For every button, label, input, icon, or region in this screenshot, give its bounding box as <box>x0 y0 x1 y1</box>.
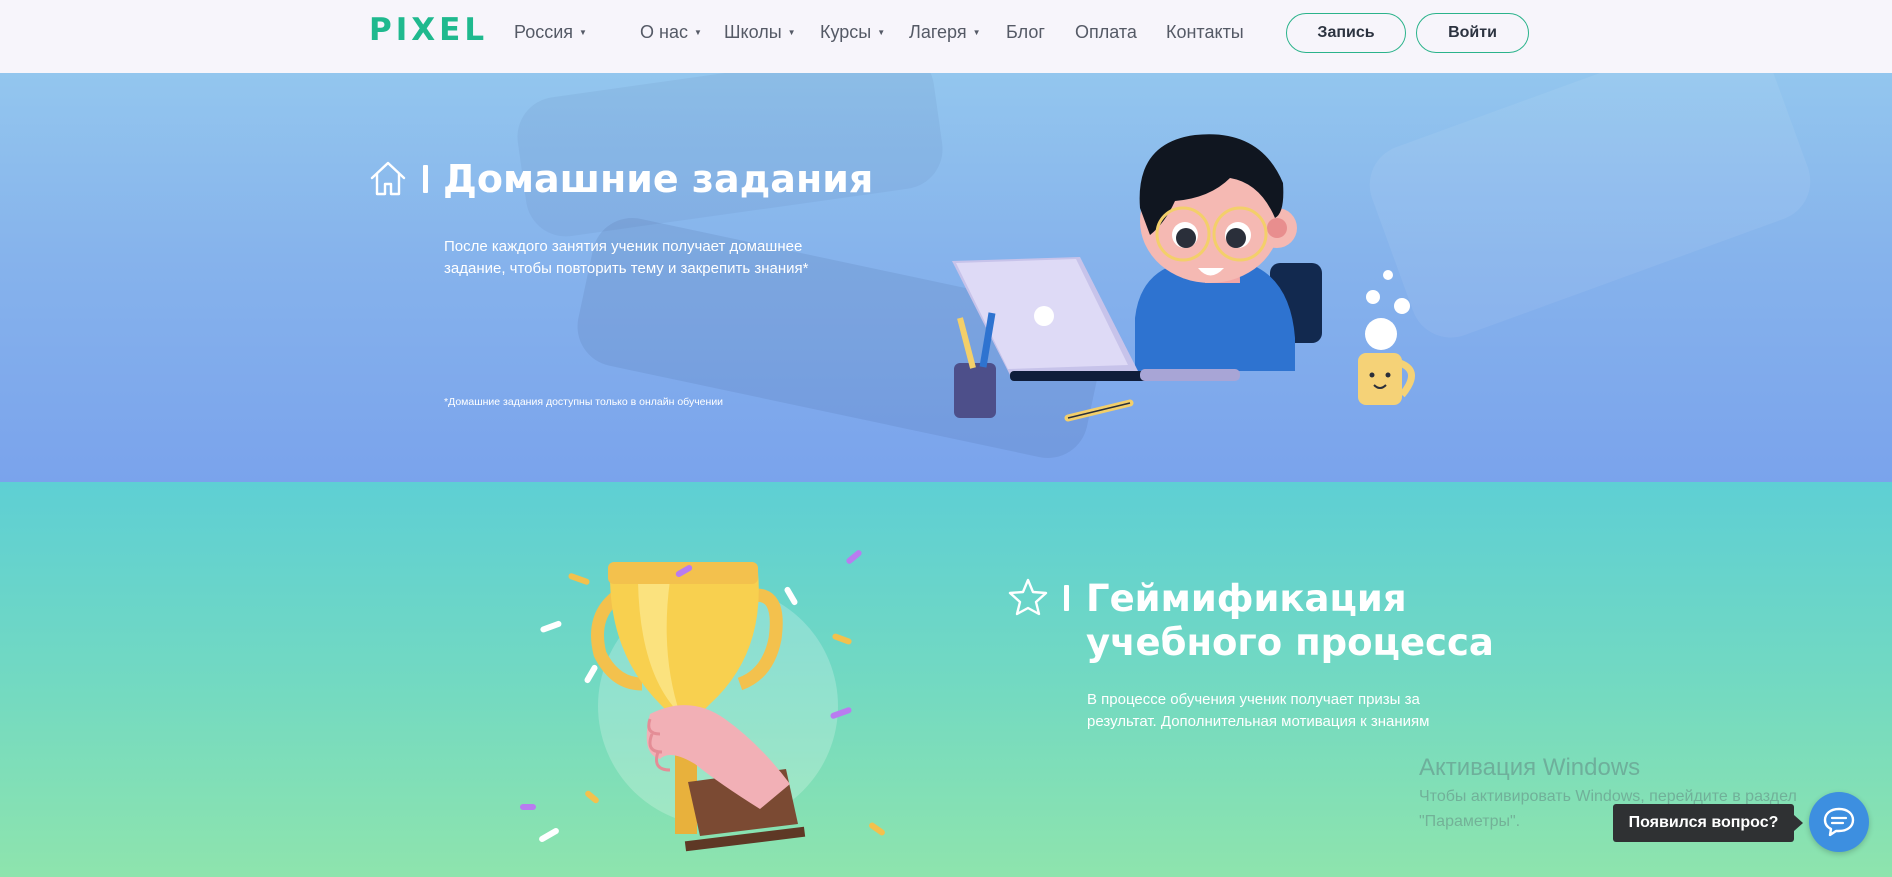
chevron-down-icon: ▼ <box>579 28 587 37</box>
chat-bubble-arrow <box>1794 815 1803 831</box>
signup-button[interactable]: Запись <box>1286 13 1406 53</box>
nav-item-camps[interactable]: Лагеря ▼ <box>909 22 980 43</box>
nav-item-courses[interactable]: Курсы ▼ <box>820 22 885 43</box>
boy-laptop-illustration <box>952 134 1415 422</box>
nav-item-about[interactable]: О нас ▼ <box>640 22 702 43</box>
region-selector[interactable]: Россия ▼ <box>514 22 587 43</box>
star-icon <box>1008 578 1048 616</box>
windows-watermark-line2: "Параметры". <box>1419 813 1521 830</box>
nav-item-label: Лагеря <box>909 22 967 42</box>
title-divider <box>423 165 428 193</box>
nav-item-blog[interactable]: Блог <box>1006 22 1045 43</box>
region-label: Россия <box>514 22 574 42</box>
nav-item-label: Школы <box>724 22 782 42</box>
chevron-down-icon: ▼ <box>693 28 702 37</box>
logo[interactable]: PIXEL <box>369 12 488 48</box>
section-title-line1: Геймификация <box>1086 577 1407 620</box>
nav-item-label: Курсы <box>820 22 872 42</box>
windows-watermark-title: Активация Windows <box>1419 754 1641 781</box>
footnote: *Домашние задания доступны только в онла… <box>444 396 724 408</box>
chat-button[interactable] <box>1809 792 1869 852</box>
gamification-section: Геймификация учебного процесса В процесс… <box>0 482 1892 877</box>
section-description: После каждого занятия ученик получает до… <box>444 238 809 277</box>
home-icon <box>370 161 406 196</box>
nav-item-label: Блог <box>1006 22 1045 42</box>
chevron-down-icon: ▼ <box>787 28 796 37</box>
nav-item-label: Контакты <box>1166 22 1244 42</box>
login-button[interactable]: Войти <box>1416 13 1529 53</box>
homework-section: Домашние задания После каждого занятия у… <box>0 73 1892 482</box>
nav-item-schools[interactable]: Школы ▼ <box>724 22 796 43</box>
chat-icon <box>1823 807 1855 837</box>
title-divider <box>1064 585 1069 611</box>
nav-item-label: О нас <box>640 22 688 42</box>
chevron-down-icon: ▼ <box>972 28 981 37</box>
chat-prompt-bubble[interactable]: Появился вопрос? <box>1613 804 1794 842</box>
nav-item-contacts[interactable]: Контакты <box>1166 22 1244 43</box>
trophy-illustration <box>520 550 885 852</box>
chevron-down-icon: ▼ <box>877 28 886 37</box>
site-header: PIXEL Россия ▼ О нас ▼ Школы ▼ Курсы ▼ Л… <box>0 0 1892 73</box>
nav-item-payment[interactable]: Оплата <box>1075 22 1137 43</box>
section-title: Домашние задания <box>443 157 874 201</box>
section-description: В процессе обучения ученик получает приз… <box>1087 691 1430 730</box>
nav-item-label: Оплата <box>1075 22 1137 42</box>
section-title-line2: учебного процесса <box>1086 621 1494 664</box>
